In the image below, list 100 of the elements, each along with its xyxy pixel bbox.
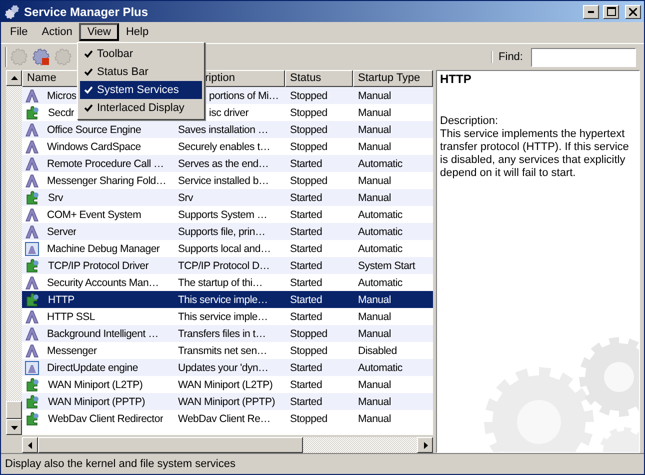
table-cell-text: WebDav Client Redirector (47, 412, 164, 424)
table-row[interactable]: DirectUpdate engine Updates your 'dyn… Started Automatic (22, 359, 433, 376)
table-cell-text: Transfers files in t… (177, 328, 267, 340)
table-cell-text: Secdr (47, 106, 74, 118)
table-cell-text: Started (289, 208, 324, 220)
scroll-up-button[interactable] (6, 70, 22, 86)
table-cell-text: HTTP (47, 294, 74, 306)
table-cell-text: Manual (357, 90, 392, 102)
table-cell-text: Manual (357, 124, 392, 136)
column-header[interactable]: Status (285, 70, 353, 87)
table-cell-text: TCP/IP Protocol Driver (47, 260, 148, 272)
table-cell-text: Disabled (357, 344, 398, 356)
table-cell-text: WAN Miniport (L2TP) (47, 378, 143, 390)
gear-icon (10, 48, 28, 66)
table-cell-text: Stopped (289, 106, 328, 118)
table-cell-text: Supports file, prin… (177, 226, 266, 238)
scroll-right-button[interactable] (417, 437, 433, 453)
table-cell-text: WAN Miniport (L2TP) (177, 378, 274, 390)
service-icon (25, 310, 39, 324)
table-cell-text: portions of Mi… (208, 90, 280, 102)
window-icon (25, 360, 39, 374)
table-cell-text: Manual (357, 412, 392, 424)
puzzle-icon (25, 258, 40, 272)
maximize-button[interactable] (603, 4, 619, 18)
service-icon (25, 174, 39, 188)
service-icon (25, 122, 39, 136)
table-row[interactable]: Remote Procedure Call … Serves as the end… Started Automatic (22, 155, 433, 172)
table-cell-text: Manual (357, 396, 392, 408)
table-cell-text: Manual (357, 192, 392, 204)
toolbar-button[interactable] (31, 46, 51, 68)
table-cell-text: Started (289, 362, 324, 374)
menu-item[interactable]: Help (118, 24, 156, 40)
description-label: Description: (440, 115, 500, 128)
table-cell-text: Micros (46, 90, 76, 102)
service-icon (25, 208, 39, 222)
minimize-icon (588, 10, 594, 12)
menu-item[interactable]: View (79, 22, 119, 40)
table-row[interactable]: Srv Srv Started Manual (22, 189, 433, 206)
service-icon (25, 276, 39, 290)
table-row[interactable]: HTTP This service imple… Started Manual (22, 291, 433, 308)
find-field[interactable] (531, 48, 636, 66)
table-cell-text: Automatic (357, 242, 404, 254)
table-cell-text: HTTP SSL (46, 310, 95, 322)
table-cell-text: Automatic (357, 276, 404, 288)
puzzle-icon (25, 292, 40, 306)
table-cell-text: Windows CardSpace (46, 140, 141, 152)
table-cell-text: Stopped (289, 174, 328, 186)
table-row[interactable]: WAN Miniport (PPTP) WAN Miniport (PPTP) Started Manual (22, 393, 433, 410)
menu-option[interactable]: Toolbar (80, 45, 202, 63)
table-cell-text: Messenger Sharing Fold… (46, 174, 166, 186)
table-cell-text: Automatic (357, 208, 404, 220)
puzzle-icon (25, 106, 40, 120)
menu-item[interactable]: File (3, 24, 35, 40)
status-text: Display also the kernel and file system services (5, 458, 236, 470)
window-icon (25, 242, 39, 256)
table-cell-text: WAN Miniport (PPTP) (47, 396, 145, 408)
menu-item[interactable]: Action (34, 24, 80, 40)
table-cell-text: TCP/IP Protocol D… (177, 260, 271, 272)
table-row[interactable]: Background Intelligent … Transfers files in t… Stopped Manual (22, 325, 433, 342)
find-label: Find: (490, 51, 529, 63)
table-cell-text: Manual (357, 106, 392, 118)
service-icon (25, 156, 39, 170)
table-cell-text: Stopped (289, 344, 328, 356)
gear-icon (54, 48, 72, 66)
table-row[interactable]: Server Supports file, prin… Started Automatic (22, 223, 433, 240)
check-icon (84, 104, 93, 112)
table-cell-text: Manual (357, 140, 392, 152)
table-cell-text: Started (289, 294, 324, 306)
table-cell-text: Remote Procedure Call … (46, 158, 164, 170)
window-title: Service Manager Plus (24, 4, 150, 18)
table-cell-text: Manual (357, 378, 392, 390)
service-icon (25, 326, 39, 340)
table-cell-text: Manual (357, 328, 392, 340)
table-cell-text: Srv (47, 192, 63, 204)
scroll-down-button[interactable] (6, 419, 22, 435)
gears-icon (4, 4, 20, 20)
scrollbar-thumb[interactable] (6, 401, 22, 419)
table-cell-text: Background Intelligent … (46, 328, 158, 340)
table-cell-text: Manual (357, 174, 392, 186)
service-icon (25, 140, 39, 154)
table-cell-text: Srv (177, 192, 194, 204)
table-cell-text: WebDav Client Re… (177, 412, 272, 424)
check-icon (84, 86, 93, 94)
table-cell-text: Securely enables t… (177, 140, 272, 152)
table-row[interactable]: Office Source Engine Saves installation … Stopped Manual (22, 121, 433, 138)
close-button[interactable] (625, 4, 641, 18)
menu-option[interactable]: System Services (80, 81, 202, 99)
table-cell-text: Supports local and… (177, 242, 272, 254)
puzzle-icon (25, 412, 40, 426)
column-header[interactable]: Startup Type (353, 70, 433, 87)
table-cell-text: Messenger (46, 344, 97, 356)
scrollbar-thumb[interactable] (38, 437, 303, 453)
table-cell-text: WAN Miniport (PPTP) (177, 396, 276, 408)
table-cell-text: Serves as the end… (177, 158, 270, 170)
minimize-button[interactable] (583, 4, 599, 18)
table-row[interactable]: TCP/IP Protocol Driver TCP/IP Protocol D… Started System Start (22, 257, 433, 274)
table-cell-text: Security Accounts Man… (46, 276, 159, 288)
table-cell-text: Started (289, 276, 324, 288)
scroll-left-button[interactable] (22, 437, 38, 453)
table-cell-text: Started (289, 378, 324, 390)
